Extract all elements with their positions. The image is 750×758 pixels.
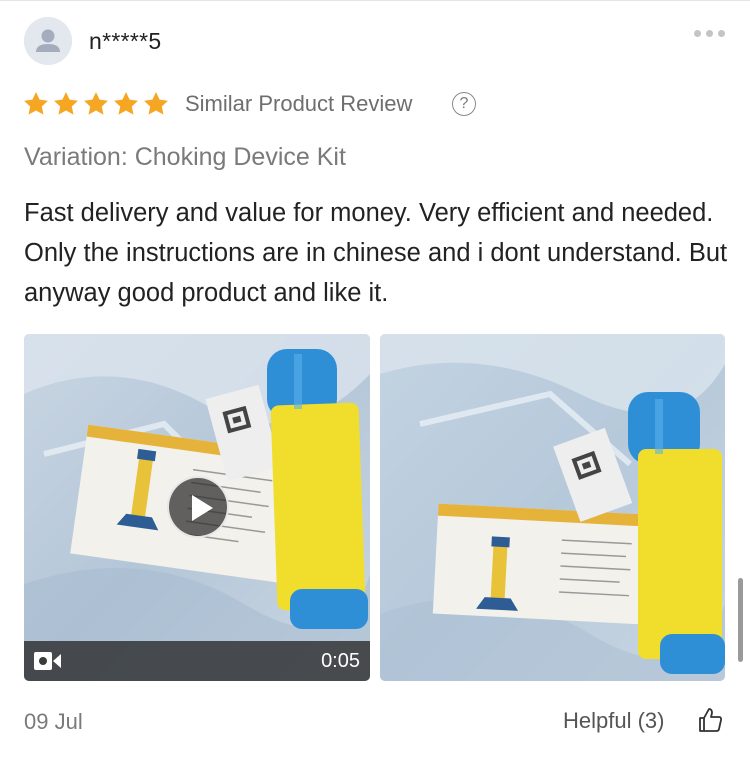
thumbs-up-icon[interactable] bbox=[696, 706, 724, 734]
helpful-button[interactable]: Helpful (3) bbox=[563, 708, 664, 734]
question-circle-icon[interactable]: ? bbox=[452, 92, 476, 116]
reviewer-name: n*****5 bbox=[89, 28, 162, 54]
video-duration: 0:05 bbox=[321, 650, 360, 672]
avatar[interactable] bbox=[24, 17, 72, 65]
star-icon bbox=[22, 90, 52, 118]
similar-product-review-label: Similar Product Review bbox=[185, 91, 413, 116]
top-divider bbox=[0, 0, 750, 1]
star-rating bbox=[22, 90, 172, 118]
star-icon bbox=[52, 90, 82, 118]
review-date: 09 Jul bbox=[24, 709, 83, 734]
person-icon bbox=[24, 17, 72, 65]
product-photo bbox=[380, 334, 725, 681]
more-options-button[interactable] bbox=[692, 24, 728, 42]
play-icon[interactable] bbox=[167, 476, 229, 538]
star-icon bbox=[82, 90, 112, 118]
variation-label: Variation: Choking Device Kit bbox=[24, 143, 346, 171]
review-video-thumbnail[interactable]: 0:05 bbox=[24, 334, 370, 681]
review-body: Fast delivery and value for money. Very … bbox=[24, 199, 728, 307]
video-info-bar: 0:05 bbox=[24, 641, 370, 681]
video-camera-icon bbox=[34, 652, 61, 670]
star-icon bbox=[142, 90, 172, 118]
star-icon bbox=[112, 90, 142, 118]
review-photo-thumbnail[interactable] bbox=[380, 334, 725, 681]
more-dots-icon bbox=[694, 30, 701, 37]
scrollbar-thumb[interactable] bbox=[738, 578, 743, 662]
